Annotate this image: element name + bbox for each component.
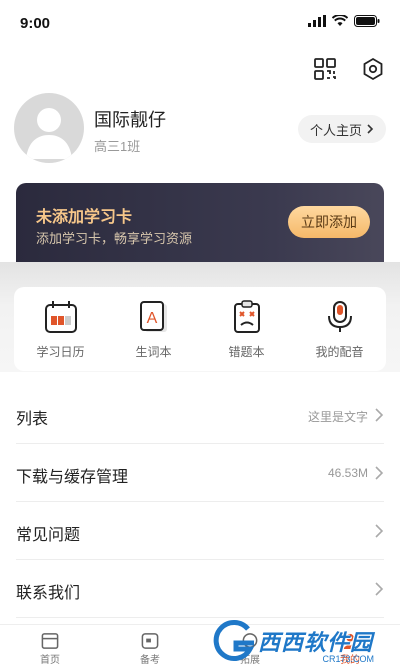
personal-home-label: 个人主页: [309, 122, 362, 138]
tab-label: 备考: [140, 655, 160, 666]
tool-my-dubbing[interactable]: 我的配音: [293, 287, 386, 371]
microphone-icon: [327, 301, 352, 332]
qr-code-icon[interactable]: [312, 56, 338, 82]
personal-home-button[interactable]: 个人主页: [297, 115, 386, 143]
wrong-answer-book-icon: [233, 300, 260, 333]
chevron-right-icon: [375, 408, 384, 422]
status-icons: [308, 15, 380, 27]
study-card-subtitle: 添加学习卡，畅享学习资源: [36, 231, 193, 246]
list-item-faq[interactable]: 常见问题: [16, 502, 384, 560]
list-item-label: 下载与缓存管理: [16, 469, 129, 486]
watermark-text: 西西软件园: [258, 630, 374, 655]
chevron-right-icon: [375, 524, 384, 538]
tool-label: 生词本: [135, 345, 172, 359]
chevron-right-icon: [375, 582, 384, 596]
tools-panel: 学习日历 A 生词本 错题本 我的配音: [14, 287, 386, 371]
list-item-list[interactable]: 列表 这里是文字: [16, 386, 384, 444]
top-actions: [312, 56, 386, 82]
tool-label: 错题本: [228, 345, 265, 359]
profile-section: 国际靓仔 高三1班 个人主页: [14, 93, 386, 165]
svg-text:A: A: [146, 310, 157, 327]
user-name: 国际靓仔: [94, 110, 166, 130]
word-book-icon: A: [139, 301, 167, 332]
avatar[interactable]: [14, 93, 84, 163]
user-class: 高三1班: [94, 139, 141, 154]
battery-icon: [354, 15, 380, 27]
list-item-label: 列表: [16, 411, 49, 428]
site-watermark: 西西软件园 CR173.COM: [208, 618, 396, 664]
list-item-label: 常见问题: [16, 527, 81, 544]
list-item-value: 这里是文字: [307, 410, 368, 424]
watermark-subtext: CR173.COM: [322, 654, 374, 664]
chevron-right-icon: [375, 466, 384, 480]
study-card-title: 未添加学习卡: [36, 209, 133, 226]
tab-label: 首页: [40, 655, 60, 666]
list-item-label: 联系我们: [16, 585, 81, 602]
tool-study-calendar[interactable]: 学习日历: [14, 287, 107, 371]
settings-list: 列表 这里是文字 下载与缓存管理 46.53M 常见问题 联系我们: [0, 386, 400, 618]
tool-label: 我的配音: [315, 345, 364, 359]
settings-icon[interactable]: [360, 56, 386, 82]
watermark-logo-icon: [213, 620, 255, 661]
chevron-right-icon: [367, 124, 374, 134]
calendar-icon: [44, 301, 77, 333]
status-bar: 9:00: [0, 0, 400, 48]
tab-exam-prep[interactable]: 备考: [100, 625, 200, 666]
status-time: 9:00: [20, 15, 51, 32]
tool-label: 学习日历: [36, 345, 85, 359]
home-icon: [41, 633, 59, 649]
signal-icon: [308, 15, 326, 27]
list-item-download-cache[interactable]: 下载与缓存管理 46.53M: [16, 444, 384, 502]
tab-home[interactable]: 首页: [0, 625, 100, 666]
wifi-icon: [332, 15, 348, 26]
exam-prep-icon: [141, 633, 159, 649]
tool-word-book[interactable]: A 生词本: [107, 287, 200, 371]
study-card-banner: 未添加学习卡 添加学习卡，畅享学习资源 立即添加: [16, 183, 384, 263]
list-item-contact-us[interactable]: 联系我们: [16, 560, 384, 618]
add-study-card-button[interactable]: 立即添加: [288, 206, 370, 238]
tool-wrong-answer-book[interactable]: 错题本: [200, 287, 293, 371]
cache-size: 46.53M: [327, 466, 368, 480]
